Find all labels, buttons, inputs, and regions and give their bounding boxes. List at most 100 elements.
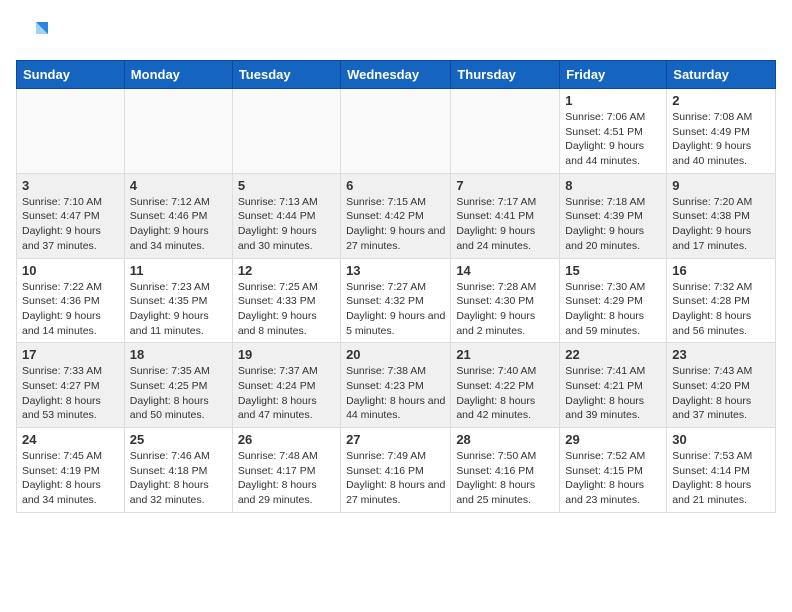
day-number: 23	[672, 347, 770, 362]
week-row-1: 1 Sunrise: 7:06 AM Sunset: 4:51 PM Daylig…	[17, 89, 776, 174]
day-cell: 1 Sunrise: 7:06 AM Sunset: 4:51 PM Daylig…	[560, 89, 667, 174]
day-info: Sunrise: 7:15 AM Sunset: 4:42 PM Dayligh…	[346, 195, 445, 254]
day-info: Sunrise: 7:25 AM Sunset: 4:33 PM Dayligh…	[238, 280, 335, 339]
day-info: Sunrise: 7:35 AM Sunset: 4:25 PM Dayligh…	[130, 364, 227, 423]
day-number: 9	[672, 178, 770, 193]
day-cell: 10 Sunrise: 7:22 AM Sunset: 4:36 PM Dayli…	[17, 258, 125, 343]
day-cell: 30Sunrise: 7:53 AM Sunset: 4:14 PM Dayli…	[667, 428, 776, 513]
day-cell	[451, 89, 560, 174]
day-cell: 20 Sunrise: 7:38 AM Sunset: 4:23 PM Dayli…	[341, 343, 451, 428]
day-info: Sunrise: 7:32 AM Sunset: 4:28 PM Dayligh…	[672, 280, 770, 339]
day-cell: 6 Sunrise: 7:15 AM Sunset: 4:42 PM Daylig…	[341, 173, 451, 258]
day-info: Sunrise: 7:22 AM Sunset: 4:36 PM Dayligh…	[22, 280, 119, 339]
logo	[16, 16, 52, 48]
col-header-saturday: Saturday	[667, 61, 776, 89]
day-info: Sunrise: 7:23 AM Sunset: 4:35 PM Dayligh…	[130, 280, 227, 339]
day-cell: 7Sunrise: 7:17 AM Sunset: 4:41 PM Daylig…	[451, 173, 560, 258]
day-number: 29	[565, 432, 661, 447]
col-header-thursday: Thursday	[451, 61, 560, 89]
day-info: Sunrise: 7:53 AM Sunset: 4:14 PM Dayligh…	[672, 449, 770, 508]
day-cell: 17 Sunrise: 7:33 AM Sunset: 4:27 PM Dayli…	[17, 343, 125, 428]
day-number: 13	[346, 263, 445, 278]
day-number: 3	[22, 178, 119, 193]
day-number: 10	[22, 263, 119, 278]
day-number: 24	[22, 432, 119, 447]
day-cell: 8 Sunrise: 7:18 AM Sunset: 4:39 PM Daylig…	[560, 173, 667, 258]
day-info: Sunrise: 7:33 AM Sunset: 4:27 PM Dayligh…	[22, 364, 119, 423]
day-number: 14	[456, 263, 554, 278]
day-info: Sunrise: 7:28 AM Sunset: 4:30 PM Dayligh…	[456, 280, 554, 339]
day-number: 17	[22, 347, 119, 362]
day-cell: 2 Sunrise: 7:08 AM Sunset: 4:49 PM Daylig…	[667, 89, 776, 174]
day-cell: 27Sunrise: 7:49 AM Sunset: 4:16 PM Dayli…	[341, 428, 451, 513]
day-cell	[124, 89, 232, 174]
day-number: 7	[456, 178, 554, 193]
day-cell: 4 Sunrise: 7:12 AM Sunset: 4:46 PM Daylig…	[124, 173, 232, 258]
day-cell: 26 Sunrise: 7:48 AM Sunset: 4:17 PM Dayli…	[232, 428, 340, 513]
day-cell: 24 Sunrise: 7:45 AM Sunset: 4:19 PM Dayli…	[17, 428, 125, 513]
col-header-monday: Monday	[124, 61, 232, 89]
day-cell: 11 Sunrise: 7:23 AM Sunset: 4:35 PM Dayli…	[124, 258, 232, 343]
week-row-4: 17 Sunrise: 7:33 AM Sunset: 4:27 PM Dayli…	[17, 343, 776, 428]
day-number: 20	[346, 347, 445, 362]
day-cell: 29 Sunrise: 7:52 AM Sunset: 4:15 PM Dayli…	[560, 428, 667, 513]
week-row-2: 3 Sunrise: 7:10 AM Sunset: 4:47 PM Daylig…	[17, 173, 776, 258]
day-number: 6	[346, 178, 445, 193]
page-header	[16, 16, 776, 48]
day-info: Sunrise: 7:37 AM Sunset: 4:24 PM Dayligh…	[238, 364, 335, 423]
day-number: 25	[130, 432, 227, 447]
day-info: Sunrise: 7:30 AM Sunset: 4:29 PM Dayligh…	[565, 280, 661, 339]
day-cell: 18 Sunrise: 7:35 AM Sunset: 4:25 PM Dayli…	[124, 343, 232, 428]
day-number: 26	[238, 432, 335, 447]
day-info: Sunrise: 7:45 AM Sunset: 4:19 PM Dayligh…	[22, 449, 119, 508]
day-number: 21	[456, 347, 554, 362]
day-number: 4	[130, 178, 227, 193]
day-number: 18	[130, 347, 227, 362]
day-number: 27	[346, 432, 445, 447]
col-header-tuesday: Tuesday	[232, 61, 340, 89]
day-number: 19	[238, 347, 335, 362]
day-info: Sunrise: 7:27 AM Sunset: 4:32 PM Dayligh…	[346, 280, 445, 339]
day-info: Sunrise: 7:48 AM Sunset: 4:17 PM Dayligh…	[238, 449, 335, 508]
day-number: 2	[672, 93, 770, 108]
day-number: 28	[456, 432, 554, 447]
day-info: Sunrise: 7:08 AM Sunset: 4:49 PM Dayligh…	[672, 110, 770, 169]
day-info: Sunrise: 7:13 AM Sunset: 4:44 PM Dayligh…	[238, 195, 335, 254]
day-cell: 9 Sunrise: 7:20 AM Sunset: 4:38 PM Daylig…	[667, 173, 776, 258]
day-info: Sunrise: 7:06 AM Sunset: 4:51 PM Dayligh…	[565, 110, 661, 169]
day-info: Sunrise: 7:43 AM Sunset: 4:20 PM Dayligh…	[672, 364, 770, 423]
day-info: Sunrise: 7:10 AM Sunset: 4:47 PM Dayligh…	[22, 195, 119, 254]
day-info: Sunrise: 7:20 AM Sunset: 4:38 PM Dayligh…	[672, 195, 770, 254]
day-cell: 14 Sunrise: 7:28 AM Sunset: 4:30 PM Dayli…	[451, 258, 560, 343]
day-cell: 12 Sunrise: 7:25 AM Sunset: 4:33 PM Dayli…	[232, 258, 340, 343]
day-cell: 3 Sunrise: 7:10 AM Sunset: 4:47 PM Daylig…	[17, 173, 125, 258]
logo-icon	[16, 16, 48, 48]
day-cell	[17, 89, 125, 174]
day-info: Sunrise: 7:50 AM Sunset: 4:16 PM Dayligh…	[456, 449, 554, 508]
day-number: 11	[130, 263, 227, 278]
day-cell: 25 Sunrise: 7:46 AM Sunset: 4:18 PM Dayli…	[124, 428, 232, 513]
day-info: Sunrise: 7:18 AM Sunset: 4:39 PM Dayligh…	[565, 195, 661, 254]
day-info: Sunrise: 7:52 AM Sunset: 4:15 PM Dayligh…	[565, 449, 661, 508]
day-info: Sunrise: 7:46 AM Sunset: 4:18 PM Dayligh…	[130, 449, 227, 508]
col-header-wednesday: Wednesday	[341, 61, 451, 89]
day-cell: 15Sunrise: 7:30 AM Sunset: 4:29 PM Dayli…	[560, 258, 667, 343]
day-number: 1	[565, 93, 661, 108]
day-number: 22	[565, 347, 661, 362]
day-info: Sunrise: 7:12 AM Sunset: 4:46 PM Dayligh…	[130, 195, 227, 254]
day-info: Sunrise: 7:40 AM Sunset: 4:22 PM Dayligh…	[456, 364, 554, 423]
day-cell	[232, 89, 340, 174]
day-cell: 5 Sunrise: 7:13 AM Sunset: 4:44 PM Daylig…	[232, 173, 340, 258]
day-cell: 21 Sunrise: 7:40 AM Sunset: 4:22 PM Dayli…	[451, 343, 560, 428]
day-cell: 28 Sunrise: 7:50 AM Sunset: 4:16 PM Dayli…	[451, 428, 560, 513]
day-info: Sunrise: 7:38 AM Sunset: 4:23 PM Dayligh…	[346, 364, 445, 423]
day-number: 5	[238, 178, 335, 193]
day-cell: 13 Sunrise: 7:27 AM Sunset: 4:32 PM Dayli…	[341, 258, 451, 343]
week-row-3: 10 Sunrise: 7:22 AM Sunset: 4:36 PM Dayli…	[17, 258, 776, 343]
col-header-friday: Friday	[560, 61, 667, 89]
day-cell: 19 Sunrise: 7:37 AM Sunset: 4:24 PM Dayli…	[232, 343, 340, 428]
day-number: 16	[672, 263, 770, 278]
week-row-5: 24 Sunrise: 7:45 AM Sunset: 4:19 PM Dayli…	[17, 428, 776, 513]
day-number: 12	[238, 263, 335, 278]
day-number: 8	[565, 178, 661, 193]
